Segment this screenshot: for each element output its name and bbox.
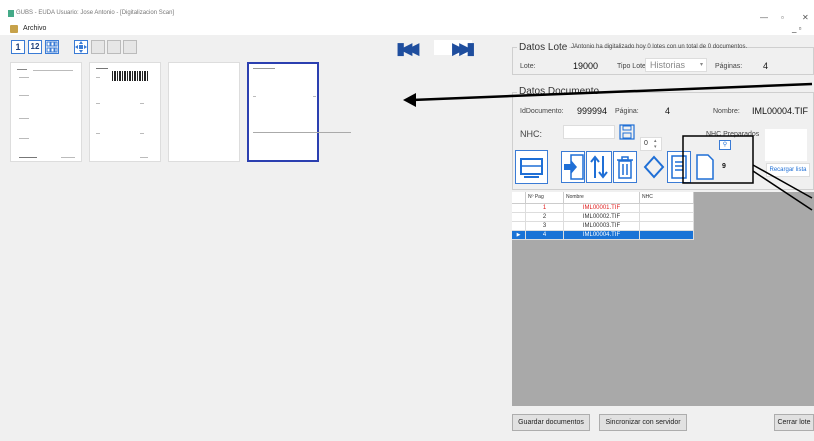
- annotation-arrow: [403, 82, 813, 107]
- annotation-overlay: [403, 82, 813, 211]
- annotation-line: [752, 170, 813, 211]
- annotation-box: [682, 135, 754, 184]
- annotation-line: [752, 164, 813, 199]
